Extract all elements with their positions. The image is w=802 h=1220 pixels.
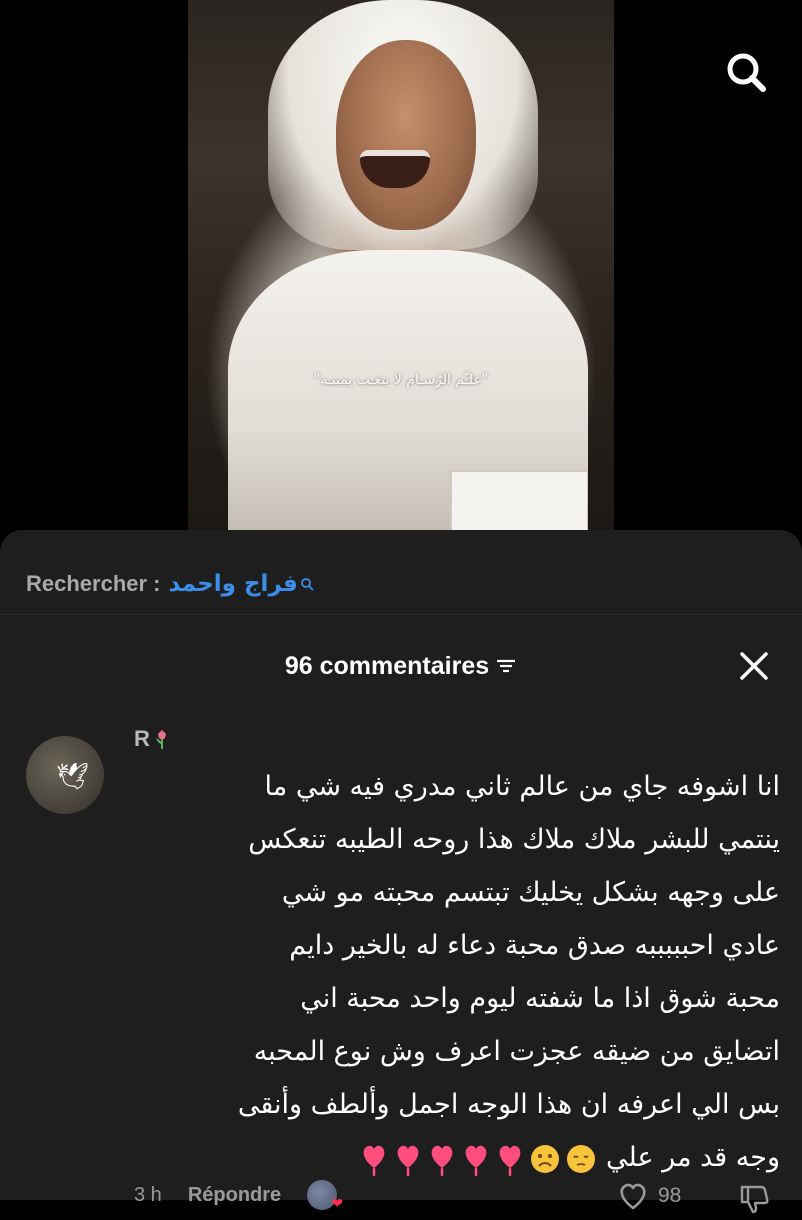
dove-icon: 🕊 [56,762,90,792]
video-face [336,40,476,230]
comment-time: 3 h [134,1183,162,1206]
reply-button[interactable]: Répondre [188,1184,281,1207]
search-query-link[interactable]: فراج واحمد [169,571,314,597]
filter-icon[interactable] [495,655,517,677]
heart-outline-icon [620,1183,646,1210]
comments-header: 96 commentaires [0,646,802,686]
close-icon [740,652,768,680]
tulip-icon [155,730,166,749]
close-button[interactable] [736,648,772,684]
frowning-face-icon [531,1144,560,1173]
pensive-face-icon [567,1144,596,1173]
search-label: Rechercher : [26,571,161,596]
heart-emoji-icon [398,1145,419,1176]
comment-line: بس الي اعرفه ان هذا الوجه اجمل وألطف وأن… [237,1089,780,1120]
heart-emoji-icon [364,1145,385,1176]
video-pocket [450,470,587,530]
video-caption: "علـّم الرّسـام لا يتعـب يمينـه" [313,372,489,388]
thumbs-down-icon [740,1185,769,1214]
comment-line: محبة شوق اذا ما شفته ليوم واحد محبة اني [300,983,780,1014]
like-count: 98 [658,1184,682,1207]
comments-count: 96 commentaires [284,651,490,680]
comment-line: انا اشوفه جاي من عالم ثاني مدري فيه شي م… [264,771,780,802]
comment-line: على وجهه بشكل يخليك تبتسم محبته مو شي [281,877,780,908]
avatar[interactable]: 🕊 [26,736,104,814]
heart-badge-icon: ❤ [331,1195,344,1211]
username-text: R [134,726,150,751]
heart-emoji-icon [500,1145,521,1176]
comment-meta: 3 h Répondre ❤ [134,1180,343,1211]
dislike-button[interactable] [738,1182,772,1216]
emoji-row [359,1141,597,1177]
comment-username[interactable]: R [134,726,171,752]
comment-line: ينتمي للبشر ملاك ملاك هذا روحه الطيبه تن… [248,824,780,855]
divider [0,614,802,615]
like-button[interactable]: 98 [616,1180,681,1212]
comment-text: انا اشوفه جاي من عالم ثاني مدري فيه شي م… [130,760,780,1184]
heart-emoji-icon [466,1145,487,1176]
comments-sheet: Rechercher : فراج واحمد 96 commentaires … [0,530,802,1214]
search-button[interactable] [718,44,774,100]
comment-line: عادي احبببببه صدق محبة دعاء له بالخير دا… [289,930,780,961]
search-suggestion[interactable]: Rechercher : فراج واحمد [26,564,314,604]
comment-line-last: وجه قد مر علي [130,1131,780,1184]
search-small-icon [300,578,314,591]
video-frame[interactable]: "علـّم الرّسـام لا يتعـب يمينـه" [188,0,614,530]
creator-liked-avatar: ❤ [307,1180,343,1211]
comment-line: اتضايق من ضيقه عجزت اعرف وش نوع المحبه [253,1036,780,1067]
search-query-text: فراج واحمد [168,571,298,597]
search-icon [727,53,766,92]
comment-line-text: وجه قد مر علي [606,1142,780,1173]
heart-emoji-icon [432,1145,453,1176]
